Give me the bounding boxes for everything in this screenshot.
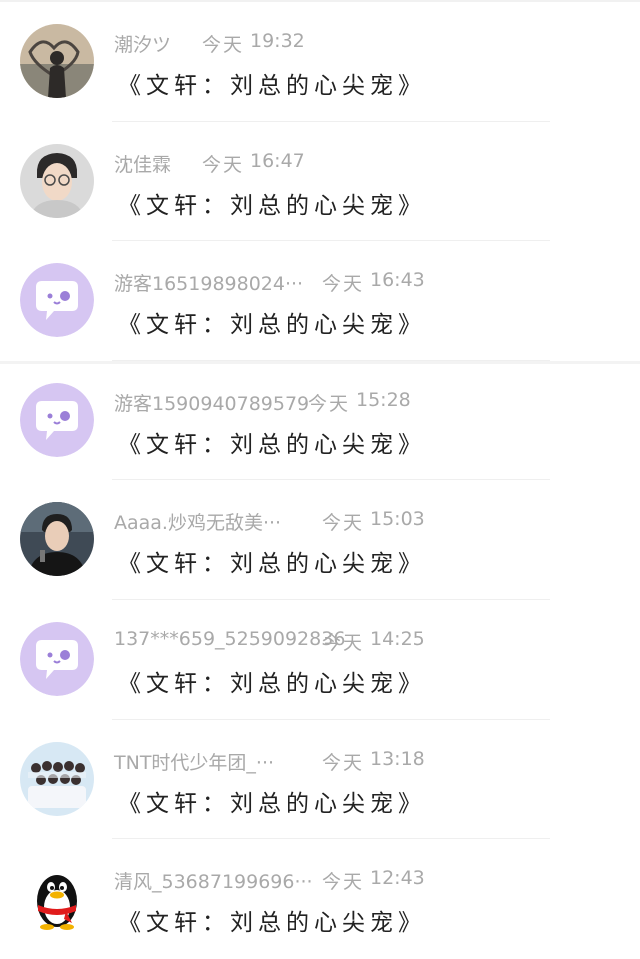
comment-meta: 游客1590940789579 今天 15:28 (114, 389, 534, 417)
time-value: 19:32 (250, 30, 305, 52)
comment-list: 潮汐ツ 今天 19:32 《文轩：刘总的心尖宠》 沈佳霖 今天 16:47 《文… (0, 2, 640, 959)
time-value: 14:25 (370, 627, 425, 650)
time-value: 12:43 (370, 867, 425, 890)
time-day: 今天 (202, 34, 245, 56)
comment-row[interactable]: Aaaa.炒鸡无敌美··· 今天 15:03 《文轩：刘总的心尖宠》 (0, 480, 640, 600)
comment-meta: TNT时代少年团_··· 今天 13:18 (114, 748, 534, 776)
chat-bubble-avatar-icon[interactable] (20, 263, 94, 338)
qq-penguin-avatar-icon[interactable] (20, 861, 94, 936)
comment-row[interactable]: TNT时代少年团_··· 今天 13:18 《文轩：刘总的心尖宠》 (0, 720, 640, 840)
user-name[interactable]: Aaaa.炒鸡无敌美··· (114, 508, 281, 535)
comment-row[interactable]: 清风_53687199696··· 今天 12:43 《文轩：刘总的心尖宠》 (0, 839, 640, 959)
time-value: 15:03 (370, 508, 425, 531)
silhouette-heart-avatar[interactable] (20, 24, 94, 98)
comment-meta: 游客16519898024··· 今天 16:43 (114, 269, 534, 297)
chat-bubble-avatar-icon[interactable] (20, 621, 94, 696)
time-day: 今天 (202, 153, 245, 176)
young-man-dark-jacket-avatar[interactable] (20, 502, 94, 577)
time-day: 今天 (322, 871, 365, 894)
comment-meta: 137***659_5259092836 今天 14:25 (114, 628, 534, 656)
user-name[interactable]: 137***659_5259092836 (114, 628, 345, 650)
time-value: 16:43 (370, 269, 425, 292)
comment-message: 《文轩：刘总的心尖宠》 (118, 790, 426, 817)
comment-row[interactable]: 潮汐ツ 今天 19:32 《文轩：刘总的心尖宠》 (0, 2, 640, 122)
comment-meta: Aaaa.炒鸡无敌美··· 今天 15:03 (114, 508, 534, 536)
user-name[interactable]: 潮汐ツ (114, 30, 171, 57)
comment-message: 《文轩：刘总的心尖宠》 (118, 192, 426, 219)
chat-bubble-avatar-icon[interactable] (20, 382, 94, 457)
user-name[interactable]: TNT时代少年团_··· (114, 748, 274, 775)
user-name[interactable]: 游客1590940789579 (114, 389, 309, 416)
comment-row[interactable]: 游客16519898024··· 今天 16:43 《文轩：刘总的心尖宠》 (0, 241, 640, 361)
time-day: 今天 (322, 751, 365, 774)
time-day: 今天 (322, 273, 365, 296)
user-name[interactable]: 游客16519898024··· (114, 269, 303, 296)
young-man-glasses-avatar[interactable] (20, 143, 94, 218)
time-day: 今天 (308, 392, 351, 415)
comment-message: 《文轩：刘总的心尖宠》 (118, 910, 426, 937)
comment-row[interactable]: 沈佳霖 今天 16:47 《文轩：刘总的心尖宠》 (0, 122, 640, 242)
user-name[interactable]: 清风_53687199696··· (114, 867, 313, 894)
time-value: 15:28 (356, 388, 411, 411)
comment-meta: 潮汐ツ 今天 19:32 (114, 30, 534, 58)
group-photo-avatar[interactable] (20, 741, 94, 816)
comment-row[interactable]: 游客1590940789579 今天 15:28 《文轩：刘总的心尖宠》 (0, 360, 640, 481)
comment-message: 《文轩：刘总的心尖宠》 (118, 431, 426, 458)
comment-meta: 清风_53687199696··· 今天 12:43 (114, 867, 534, 895)
comment-message: 《文轩：刘总的心尖宠》 (118, 312, 426, 339)
time-value: 13:18 (370, 747, 425, 770)
comment-row[interactable]: 137***659_5259092836 今天 14:25 《文轩：刘总的心尖宠… (0, 600, 640, 720)
comment-message: 《文轩：刘总的心尖宠》 (118, 551, 426, 578)
time-value: 16:47 (250, 149, 305, 172)
time-day: 今天 (322, 631, 365, 654)
comment-meta: 沈佳霖 今天 16:47 (114, 150, 534, 178)
user-name[interactable]: 沈佳霖 (114, 150, 171, 177)
comment-message: 《文轩：刘总的心尖宠》 (118, 73, 426, 99)
time-day: 今天 (322, 512, 365, 535)
comment-message: 《文轩：刘总的心尖宠》 (118, 670, 426, 697)
